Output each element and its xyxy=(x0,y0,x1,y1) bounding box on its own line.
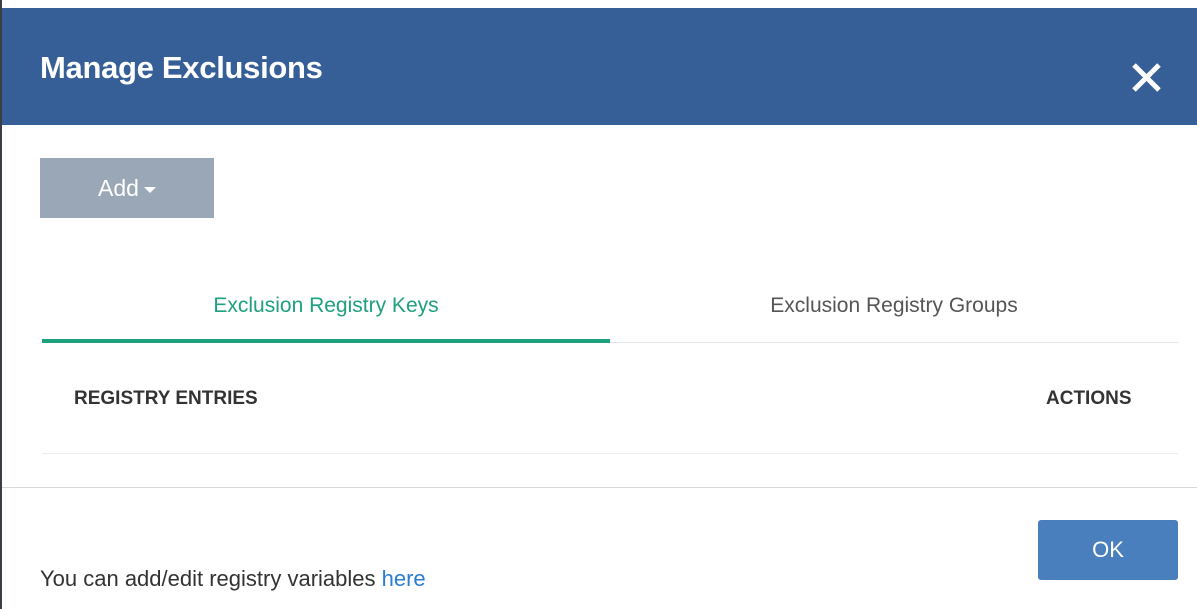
column-header-registry-entries: REGISTRY ENTRIES xyxy=(74,388,258,409)
dialog-header: Manage Exclusions xyxy=(2,8,1197,125)
table-divider xyxy=(42,453,1178,454)
footer-hint: You can add/edit registry variables here xyxy=(40,566,426,592)
active-tab-indicator xyxy=(42,339,610,343)
add-dropdown-button[interactable]: Add xyxy=(40,158,214,218)
ok-button[interactable]: OK xyxy=(1038,520,1178,580)
tab-divider xyxy=(610,342,1178,343)
tab-label: Exclusion Registry Keys xyxy=(213,294,439,317)
tab-exclusion-registry-groups[interactable]: Exclusion Registry Groups xyxy=(610,268,1178,344)
add-button-label: Add xyxy=(98,174,139,201)
tab-exclusion-registry-keys[interactable]: Exclusion Registry Keys xyxy=(42,268,610,344)
manage-exclusions-dialog: Manage Exclusions Add Exclusion Registry… xyxy=(0,0,1197,609)
close-button[interactable] xyxy=(1118,50,1174,106)
registry-variables-link[interactable]: here xyxy=(382,566,426,591)
close-icon xyxy=(1132,63,1161,92)
footer-hint-text: You can add/edit registry variables xyxy=(40,566,382,591)
tab-label: Exclusion Registry Groups xyxy=(770,294,1018,317)
caret-down-icon xyxy=(143,186,156,193)
footer-divider xyxy=(2,487,1197,488)
column-header-actions: ACTIONS xyxy=(1046,388,1132,409)
dialog-title: Manage Exclusions xyxy=(40,50,323,85)
